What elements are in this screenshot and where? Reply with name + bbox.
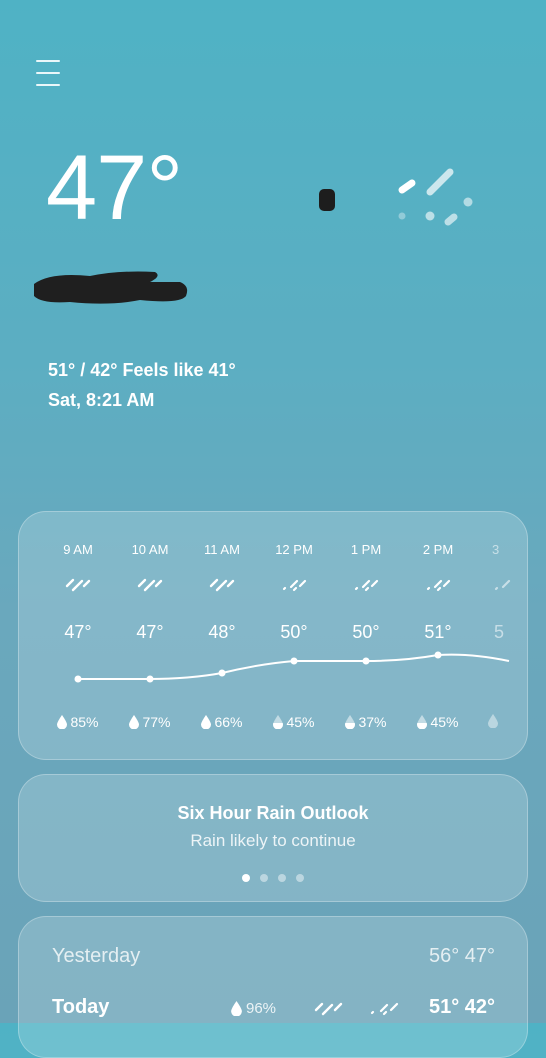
rain-outlook-subtitle: Rain likely to continue <box>190 831 356 850</box>
rain-icon <box>137 578 163 592</box>
hi-lo-feels-like: 51° / 42° Feels like 41° <box>48 360 236 380</box>
daily-row-yesterday[interactable]: Yesterday 56° 47° <box>19 945 527 979</box>
current-datetime: Sat, 8:21 AM <box>48 390 155 410</box>
page-dot[interactable] <box>296 874 304 882</box>
hour-time: 1 PM <box>350 542 382 557</box>
hour-time: 10 AM <box>131 542 169 557</box>
rain-outlook-card[interactable]: Six Hour Rain Outlook Rain likely to con… <box>18 774 528 902</box>
page-dot[interactable] <box>260 874 268 882</box>
status-indicator <box>319 189 335 211</box>
menu-icon-bar <box>36 84 60 86</box>
day-name: Yesterday <box>52 945 141 967</box>
hour-temperature: 5 <box>494 622 505 642</box>
page-dot-active[interactable] <box>242 874 250 882</box>
daily-row-today[interactable]: Today 96% 51° 42° <box>19 996 527 1030</box>
hour-temperature: 50° <box>352 622 380 642</box>
hour-time: 11 AM <box>204 542 240 557</box>
light-rain-icon <box>282 579 307 592</box>
hour-precipitation: 66% <box>186 714 258 730</box>
hour-temperature: 51° <box>424 622 452 642</box>
rain-outlook-title: Six Hour Rain Outlook <box>177 803 369 823</box>
precip-value: 96% <box>246 1000 277 1017</box>
day-temperatures: 56° 47° <box>428 945 495 967</box>
half-filled-drop-icon <box>345 715 356 729</box>
page-dot[interactable] <box>278 874 286 882</box>
half-filled-drop-icon <box>488 714 498 728</box>
menu-icon-bar <box>36 72 60 74</box>
hour-precipitation: 45% <box>258 714 330 730</box>
redacted-location <box>34 271 188 304</box>
hour-time: 2 PM <box>422 542 454 557</box>
light-rain-icon <box>426 579 451 592</box>
precip-value: 45% <box>430 714 459 730</box>
daily-forecast-card[interactable]: Yesterday 56° 47° Today 96% 51° 42° <box>18 916 528 1058</box>
hour-time: 12 PM <box>275 542 313 557</box>
precip-value: 77% <box>142 714 171 730</box>
hour-temperature: 48° <box>208 622 236 642</box>
water-drop-icon <box>231 1001 242 1016</box>
precip-value: 85% <box>70 714 99 730</box>
hour-precipitation: 77% <box>114 714 186 730</box>
hour-temperature: 47° <box>136 622 164 642</box>
current-temperature: 47° <box>46 137 183 239</box>
rain-icon <box>314 1002 343 1016</box>
light-rain-icon <box>494 579 511 591</box>
rain-icon <box>209 578 235 592</box>
rain-animation-icon <box>398 168 473 226</box>
half-filled-drop-icon <box>417 715 428 729</box>
rain-icon <box>65 578 91 592</box>
hour-time: 3 <box>492 542 500 557</box>
day-name: Today <box>52 996 110 1018</box>
hourly-forecast-card[interactable]: 9 AM 47° 85% 10 AM 47° 77% 11 AM 48° 66%… <box>18 511 528 760</box>
hour-precipitation <box>474 714 527 728</box>
hour-time: 9 AM <box>63 542 93 557</box>
hour-precipitation: 37% <box>330 714 402 730</box>
hour-precipitation: 45% <box>402 714 474 730</box>
day-precipitation: 96% <box>231 1000 276 1017</box>
hour-temperature: 50° <box>280 622 308 642</box>
precip-value: 45% <box>286 714 315 730</box>
hour-temperature: 47° <box>64 622 92 642</box>
water-drop-icon <box>201 715 212 729</box>
precip-value: 66% <box>214 714 243 730</box>
water-drop-icon <box>129 715 140 729</box>
page-indicator[interactable] <box>19 874 527 882</box>
light-rain-icon <box>354 579 379 592</box>
half-filled-drop-icon <box>273 715 284 729</box>
day-temperatures: 51° 42° <box>428 996 495 1018</box>
hour-precipitation: 85% <box>42 714 114 730</box>
precip-value: 37% <box>358 714 387 730</box>
menu-button[interactable] <box>36 60 62 86</box>
light-rain-icon <box>370 1002 399 1016</box>
water-drop-icon <box>57 715 68 729</box>
temperature-trend-line <box>74 651 510 683</box>
menu-icon-bar <box>36 60 60 62</box>
